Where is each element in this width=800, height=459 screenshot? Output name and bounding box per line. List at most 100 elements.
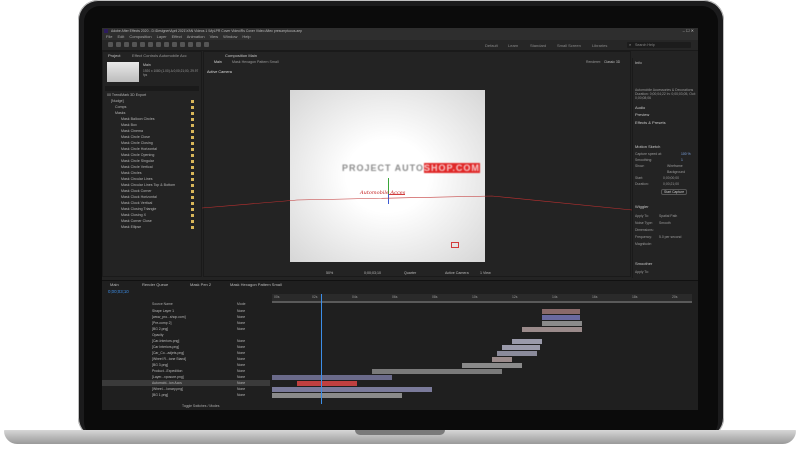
list-item[interactable]: Mask Circular Lines Top & Bottom bbox=[103, 183, 200, 188]
selection-tool-icon[interactable] bbox=[108, 42, 113, 47]
workspace-default[interactable]: Default bbox=[485, 43, 498, 48]
comp-info: 1920 x 1080 (1.00) Δ 0;00;21;00, 29.97 f… bbox=[143, 69, 199, 77]
smoothing-value[interactable]: 1 bbox=[681, 158, 683, 162]
list-item[interactable]: Mask Closing Triangle bbox=[103, 207, 200, 212]
info-heading: Info bbox=[635, 60, 642, 65]
list-item[interactable]: Mask Box bbox=[103, 123, 200, 128]
layer-bar[interactable] bbox=[297, 381, 357, 386]
list-item[interactable]: Mask Clock Vertical bbox=[103, 201, 200, 206]
pan-behind-tool-icon[interactable] bbox=[148, 42, 153, 47]
hand-tool-icon[interactable] bbox=[116, 42, 121, 47]
layer-bar[interactable] bbox=[512, 339, 542, 344]
subtab-main[interactable]: Main bbox=[214, 60, 222, 64]
noise-type-label: Noise Type: bbox=[635, 221, 653, 225]
list-item[interactable]: Mask Circle Vertical bbox=[103, 165, 200, 170]
right-panel: Info Automobile Accessories & Decoration… bbox=[632, 58, 698, 278]
current-time[interactable]: 0;00;03;10 bbox=[364, 271, 381, 275]
workspace-standard[interactable]: Standard bbox=[530, 43, 546, 48]
eraser-tool-icon[interactable] bbox=[196, 42, 201, 47]
list-item[interactable]: Masks bbox=[103, 111, 200, 116]
toggle-switches-modes[interactable]: Toggle Switches / Modes bbox=[182, 404, 220, 408]
timeline-timecode[interactable]: 0;00;03;10 bbox=[108, 289, 129, 294]
list-item[interactable]: Mask Circle Singular bbox=[103, 159, 200, 164]
puppet-tool-icon[interactable] bbox=[204, 42, 209, 47]
preview-heading[interactable]: Preview bbox=[635, 112, 649, 117]
project-search-input[interactable] bbox=[105, 86, 199, 91]
list-item[interactable]: Mask Circles bbox=[103, 171, 200, 176]
list-item[interactable]: Mask Ellipse bbox=[103, 225, 200, 230]
start-capture-button[interactable]: Start Capture bbox=[661, 189, 688, 195]
layer-bar[interactable] bbox=[492, 357, 512, 362]
layer-bar[interactable] bbox=[522, 327, 582, 332]
layer-bar[interactable] bbox=[542, 315, 580, 320]
timeline-tab-hexagon[interactable]: Mask Hexagon Pattern Small bbox=[230, 282, 282, 287]
list-item[interactable]: Mask Circular Lines bbox=[103, 177, 200, 182]
layer-bar[interactable] bbox=[542, 309, 580, 314]
views-select[interactable]: 1 View bbox=[480, 271, 491, 275]
noise-type-select[interactable]: Smooth bbox=[659, 221, 671, 225]
layer-bar[interactable] bbox=[462, 363, 522, 368]
anchor-point-marker[interactable] bbox=[451, 242, 459, 248]
type-tool-icon[interactable] bbox=[172, 42, 177, 47]
workspace-small-screen[interactable]: Small Screen bbox=[557, 43, 581, 48]
effects-presets-heading[interactable]: Effects & Presets bbox=[635, 120, 666, 125]
magnitude-label: Magnitude: bbox=[635, 242, 652, 246]
pen-tool-icon[interactable] bbox=[164, 42, 169, 47]
subtab-hexagon[interactable]: Mask Hexagon Pattern Small bbox=[232, 60, 279, 64]
list-item[interactable]: Mask Clock Corner bbox=[103, 189, 200, 194]
workspace-learn[interactable]: Learn bbox=[508, 43, 518, 48]
audio-heading[interactable]: Audio bbox=[635, 105, 645, 110]
list-item[interactable]: Mask Circle Opening bbox=[103, 153, 200, 158]
toolbar: Default Learn Standard Small Screen Libr… bbox=[102, 40, 698, 51]
list-item[interactable]: Mask Corner Close bbox=[103, 219, 200, 224]
brush-tool-icon[interactable] bbox=[180, 42, 185, 47]
list-item[interactable]: Mask Circle Closing bbox=[103, 141, 200, 146]
timeline-tab-main[interactable]: Main bbox=[110, 282, 119, 287]
work-area-bar[interactable] bbox=[272, 301, 692, 303]
list-item[interactable]: [Nudge] bbox=[103, 99, 200, 104]
list-item[interactable]: Mask Balloon Circles bbox=[103, 117, 200, 122]
capture-speed-value[interactable]: 100 % bbox=[681, 152, 691, 156]
camera-tool-icon[interactable] bbox=[140, 42, 145, 47]
time-ruler[interactable]: 00s 02s 04s 06s 08s 10s 12s 14s 16s 18s … bbox=[272, 294, 692, 301]
list-item[interactable]: Mask Clock Horizontal bbox=[103, 195, 200, 200]
list-item[interactable]: 00 TrendMark 3D Export bbox=[103, 93, 200, 98]
list-item[interactable]: Mask Cinema bbox=[103, 129, 200, 134]
list-item[interactable]: Comps bbox=[103, 105, 200, 110]
rotate-tool-icon[interactable] bbox=[132, 42, 137, 47]
renderer-value[interactable]: Classic 3D bbox=[604, 60, 620, 64]
tab-effect-controls[interactable]: Effect Controls Automobile Acc bbox=[129, 52, 190, 58]
clone-tool-icon[interactable] bbox=[188, 42, 193, 47]
workspace-libraries[interactable]: Libraries bbox=[592, 43, 607, 48]
list-item[interactable]: Mask Circle Horizontal bbox=[103, 147, 200, 152]
zoom-value[interactable]: 50% bbox=[326, 271, 333, 275]
layer-bar[interactable] bbox=[502, 345, 540, 350]
list-item[interactable]: Mask Circle Close bbox=[103, 135, 200, 140]
tab-project[interactable]: Project bbox=[105, 52, 123, 58]
tab-composition[interactable]: Composition Main bbox=[222, 52, 260, 58]
timeline-tab-render-queue[interactable]: Render Queue bbox=[142, 282, 168, 287]
layer-bar[interactable] bbox=[272, 393, 402, 398]
layer-bar[interactable] bbox=[542, 321, 582, 326]
zoom-tool-icon[interactable] bbox=[124, 42, 129, 47]
search-help-input[interactable]: ⌕ Search Help bbox=[627, 42, 691, 48]
table-row[interactable]: [BG 1.png] None bbox=[102, 392, 270, 398]
layer-bar[interactable] bbox=[497, 351, 537, 356]
camera-select[interactable]: Active Camera bbox=[445, 271, 469, 275]
timeline-tab-mask-pen[interactable]: Mask Pen 2 bbox=[190, 282, 211, 287]
window-controls[interactable]: – ☐ ✕ bbox=[683, 28, 694, 33]
layer-bar[interactable] bbox=[272, 375, 392, 380]
background-checkbox[interactable]: Background bbox=[667, 170, 685, 174]
resolution-select[interactable]: Quarter bbox=[404, 271, 416, 275]
app-icon bbox=[104, 29, 108, 33]
wireframe-checkbox[interactable]: Wireframe bbox=[667, 164, 683, 168]
apply-to-select[interactable]: Spatial Path bbox=[659, 214, 677, 218]
shape-tool-icon[interactable] bbox=[156, 42, 161, 47]
layer-bar[interactable] bbox=[372, 369, 502, 374]
comp-viewer[interactable]: PROJECT AUTOSHOP.COM Automobile Acces bbox=[290, 90, 485, 262]
list-item[interactable]: Mask Closing X bbox=[103, 213, 200, 218]
capture-speed-label: Capture speed at: bbox=[635, 152, 662, 156]
current-time-indicator[interactable] bbox=[321, 294, 322, 404]
layer-bar[interactable] bbox=[272, 387, 432, 392]
frequency-value[interactable]: 5.0 per second bbox=[659, 235, 681, 239]
